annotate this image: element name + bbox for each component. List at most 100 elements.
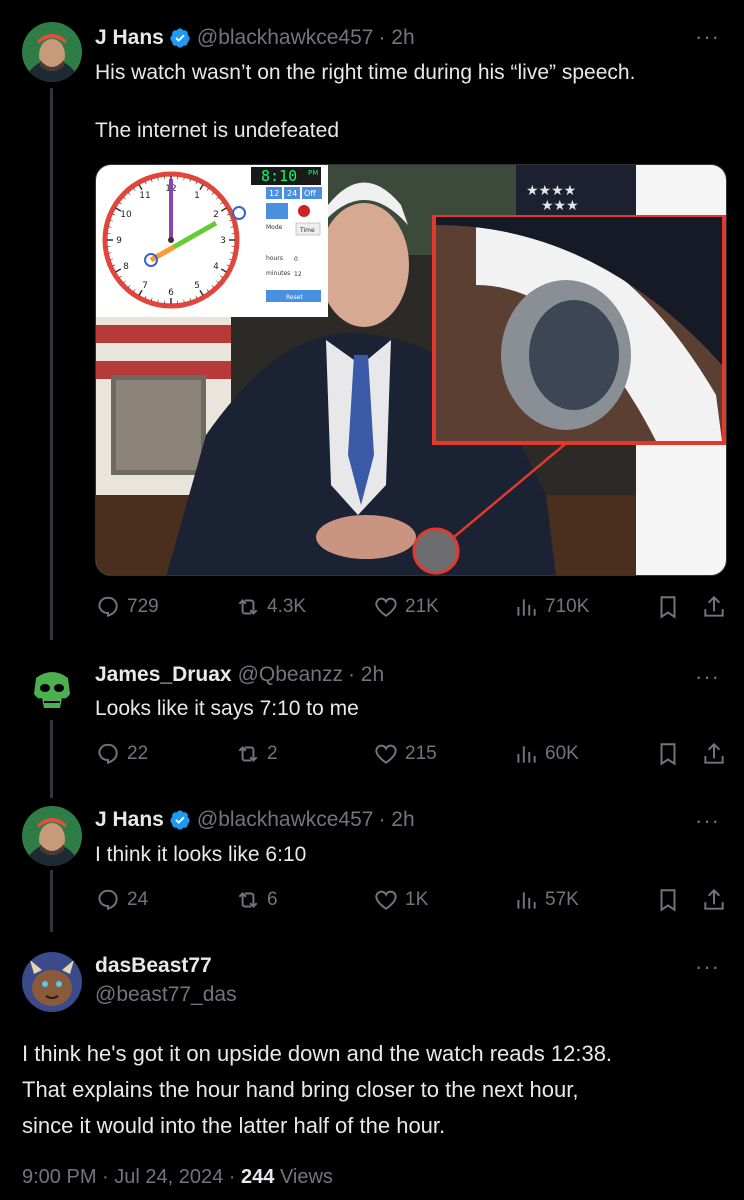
clock-reset-button: Reset <box>286 294 303 301</box>
share-icon <box>704 742 724 764</box>
post-time[interactable]: · 2h <box>378 808 414 832</box>
views-icon <box>517 746 536 763</box>
share-button[interactable] <box>701 887 727 918</box>
more-options-icon[interactable]: ··· <box>695 24 720 50</box>
author-handle[interactable]: @blackhawkce457 <box>197 808 374 832</box>
bookmark-button[interactable] <box>655 741 681 772</box>
more-options-icon[interactable]: ··· <box>695 664 720 690</box>
main-post-handle-row: @beast77_das <box>95 983 237 1007</box>
reply-button[interactable]: 729 <box>95 594 159 620</box>
verified-badge-icon <box>170 28 190 48</box>
clock-hours-value: 0 <box>294 256 298 263</box>
clock-numeral: 5 <box>194 281 200 291</box>
views-button[interactable]: 710K <box>513 594 589 620</box>
clock-numeral: 8 <box>123 262 129 272</box>
more-options-icon[interactable]: ··· <box>695 808 720 834</box>
author-name[interactable]: James_Druax <box>95 663 232 687</box>
views-icon <box>517 892 536 909</box>
bookmark-icon <box>660 596 676 619</box>
clock-minutes-label: minutes <box>266 270 290 277</box>
clock-24-label: 24 <box>287 189 297 198</box>
bookmark-button[interactable] <box>655 594 681 625</box>
verified-badge-icon <box>170 810 190 830</box>
share-icon <box>704 888 724 910</box>
bookmark-icon <box>660 889 676 912</box>
post-footer: 9:00 PM · Jul 24, 2024 · 244 Views <box>22 1166 333 1189</box>
main-post-line: I think he's got it on upside down and t… <box>22 1041 613 1066</box>
views-button[interactable]: 57K <box>513 887 579 913</box>
post-header: J Hans @blackhawkce457 · 2h <box>95 26 415 50</box>
clock-time-label: Time <box>299 227 315 234</box>
repost-icon <box>238 746 258 762</box>
heart-icon <box>375 890 397 910</box>
author-handle[interactable]: @beast77_das <box>95 983 237 1007</box>
thread-line <box>50 720 53 798</box>
clock-numeral: 2 <box>213 210 219 220</box>
main-post-line: That explains the hour hand bring closer… <box>22 1077 579 1102</box>
repost-icon <box>238 892 258 908</box>
reply-icon <box>98 596 118 618</box>
reply-icon <box>98 743 118 765</box>
heart-icon <box>375 597 397 617</box>
repost-count: 2 <box>267 743 278 764</box>
post-image[interactable]: ★★★★ ★★★ 121234567891011 8:10 PM 12 24 O… <box>95 164 727 576</box>
views-label: Views <box>274 1166 333 1188</box>
avatar[interactable] <box>22 806 82 866</box>
author-handle[interactable]: @blackhawkce457 <box>197 26 374 50</box>
clock-12-label: 12 <box>269 189 279 198</box>
post-actions: 24 6 1K 57K <box>95 887 725 917</box>
repost-button[interactable]: 4.3K <box>235 594 306 620</box>
views-button[interactable]: 60K <box>513 741 579 767</box>
repost-count: 4.3K <box>267 596 307 617</box>
bookmark-button[interactable] <box>655 887 681 918</box>
main-post-text: I think he's got it on upside down and t… <box>22 1036 732 1144</box>
like-count: 215 <box>405 743 437 764</box>
reply-count: 729 <box>127 596 159 617</box>
like-button[interactable]: 1K <box>373 887 428 913</box>
heart-icon <box>375 744 397 764</box>
author-name[interactable]: J Hans <box>95 808 164 832</box>
bookmark-icon <box>660 743 676 766</box>
like-button[interactable]: 21K <box>373 594 439 620</box>
post-time[interactable]: · 2h <box>378 26 414 50</box>
views-total: 244 <box>241 1166 275 1188</box>
repost-button[interactable]: 6 <box>235 887 278 913</box>
svg-text:★★★★: ★★★★ <box>526 183 576 199</box>
views-count: 57K <box>545 889 579 910</box>
share-icon <box>704 595 724 617</box>
clock-pm: PM <box>308 169 318 177</box>
author-name[interactable]: dasBeast77 <box>95 954 212 978</box>
like-button[interactable]: 215 <box>373 741 437 767</box>
share-button[interactable] <box>701 741 727 772</box>
author-handle[interactable]: @Qbeanzz <box>238 663 343 687</box>
clock-numeral: 11 <box>139 191 150 201</box>
reply-count: 24 <box>127 889 149 910</box>
reply-button[interactable]: 24 <box>95 887 148 913</box>
post-text: The internet is undefeated <box>95 119 340 142</box>
clock-numeral: 6 <box>168 288 174 298</box>
repost-button[interactable]: 2 <box>235 741 278 767</box>
more-options-icon[interactable]: ··· <box>695 954 720 980</box>
post-actions: 22 2 215 60K <box>95 741 725 771</box>
reply-button[interactable]: 22 <box>95 741 148 767</box>
main-post-line: since it would into the latter half of t… <box>22 1113 446 1138</box>
clock-numeral: 3 <box>220 236 226 246</box>
clock-digital: 8:10 <box>261 167 297 185</box>
avatar[interactable] <box>22 660 82 720</box>
clock-hours-label: hours <box>266 255 283 262</box>
avatar[interactable] <box>22 22 82 82</box>
post-header: J Hans @blackhawkce457 · 2h <box>95 808 415 832</box>
post-timestamp[interactable]: 9:00 PM · Jul 24, 2024 · <box>22 1166 241 1188</box>
author-name[interactable]: J Hans <box>95 26 164 50</box>
svg-text:★★★: ★★★ <box>541 198 579 214</box>
clock-numeral: 7 <box>142 281 148 291</box>
avatar[interactable] <box>22 952 82 1012</box>
clock-numeral: 4 <box>213 262 219 272</box>
thread-line <box>50 870 53 932</box>
share-button[interactable] <box>701 594 727 625</box>
clock-numeral: 1 <box>194 191 200 201</box>
clock-minutes-value: 12 <box>294 271 302 278</box>
post-time[interactable]: · 2h <box>348 663 384 687</box>
reply-icon <box>98 889 118 911</box>
clock-mode-label: Mode <box>266 224 283 231</box>
